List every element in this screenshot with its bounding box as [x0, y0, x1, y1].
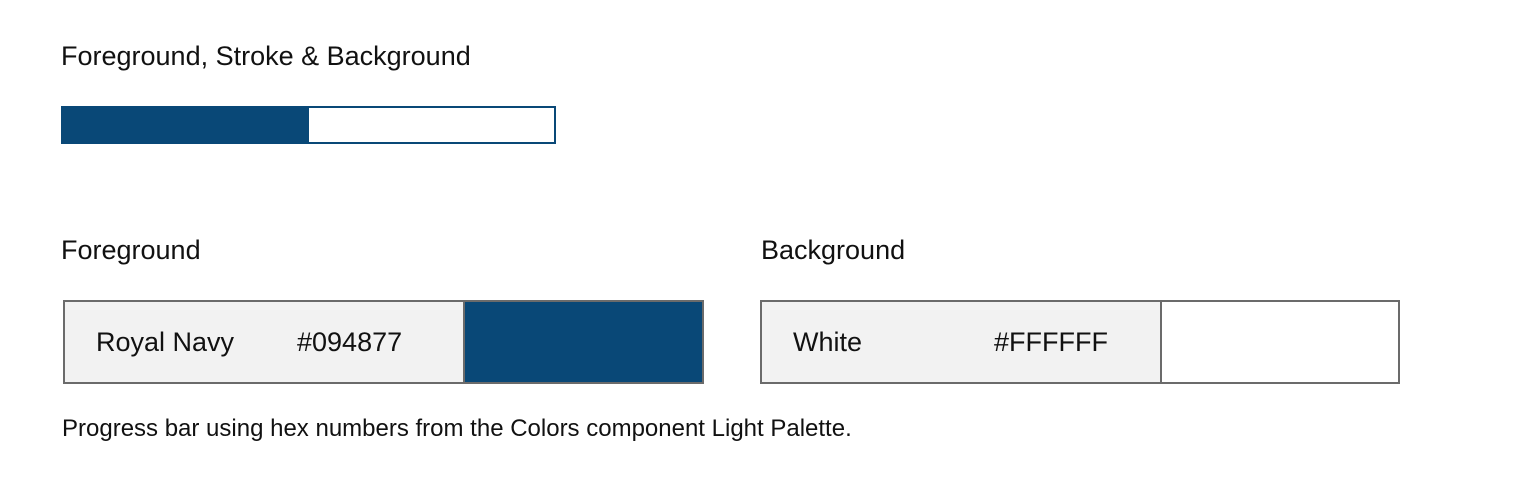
- background-color-info: White #FFFFFF: [762, 302, 1162, 382]
- foreground-color-name: Royal Navy: [96, 327, 235, 357]
- background-color-chip: [1162, 302, 1398, 382]
- background-color-name: White: [793, 327, 863, 357]
- section-title-progress: Foreground, Stroke & Background: [61, 41, 471, 71]
- section-title-background: Background: [761, 235, 906, 265]
- foreground-color-swatch: Royal Navy #094877: [63, 300, 704, 384]
- progress-bar-fill: [63, 108, 309, 142]
- foreground-color-info: Royal Navy #094877: [65, 302, 465, 382]
- section-title-foreground: Foreground: [61, 235, 201, 265]
- background-color-swatch: White #FFFFFF: [760, 300, 1400, 384]
- background-color-hex: #FFFFFF: [994, 327, 1108, 357]
- progress-bar: [61, 106, 556, 144]
- caption-text: Progress bar using hex numbers from the …: [62, 415, 852, 442]
- foreground-color-hex: #094877: [297, 327, 403, 357]
- foreground-color-chip: [465, 302, 702, 382]
